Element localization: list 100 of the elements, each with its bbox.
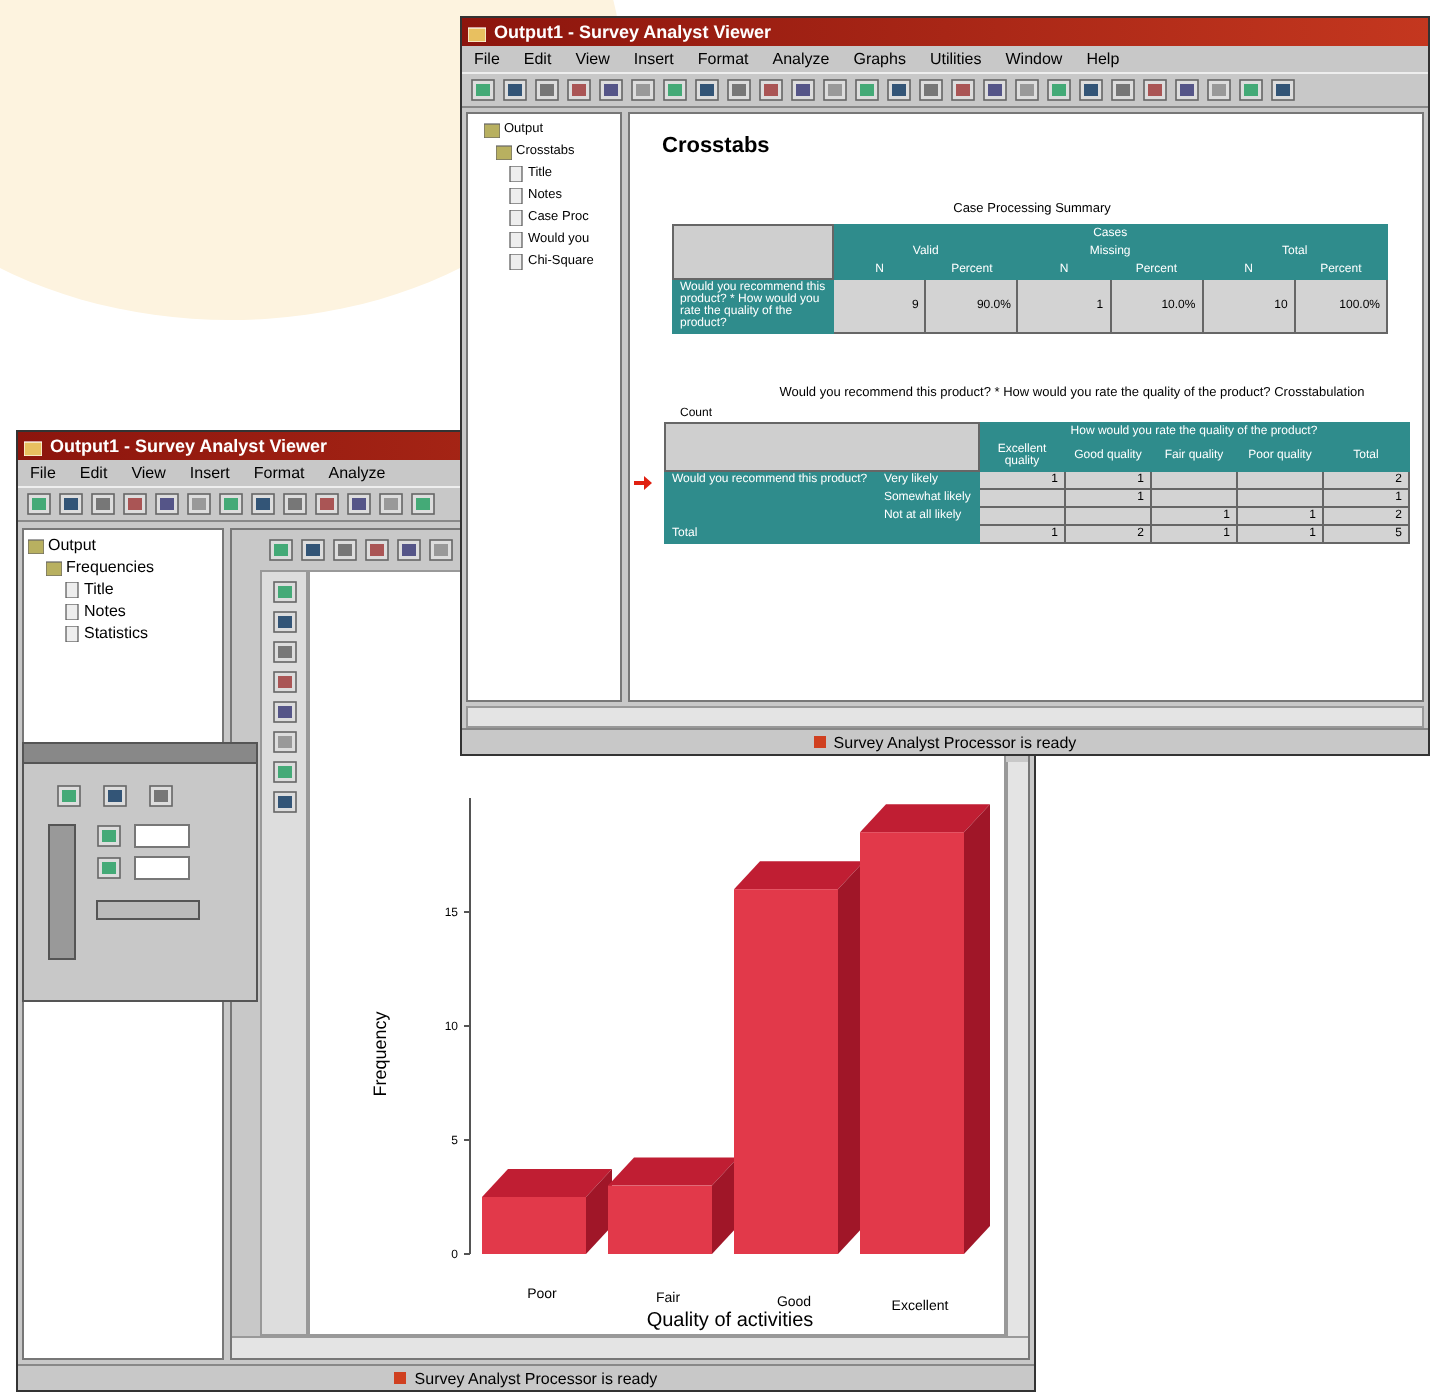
toolbar-icon[interactable] [1014,78,1040,102]
toolbar-icon[interactable] [96,856,122,880]
toolbar-icon[interactable] [186,492,212,516]
toolbar-icon[interactable] [1142,78,1168,102]
toolbar-icon[interactable] [271,610,297,634]
app-icon [468,23,486,41]
toolbar-icon[interactable] [154,492,180,516]
toolbar-icon[interactable] [598,78,624,102]
toolbar-icon[interactable] [726,78,752,102]
toolbar-icon[interactable] [950,78,976,102]
toolbar-icon[interactable] [410,492,436,516]
toolbar-icon[interactable] [282,492,308,516]
toolbar-icon[interactable] [1110,78,1136,102]
menu-item[interactable]: Edit [79,464,108,482]
toolbar-icon[interactable] [886,78,912,102]
toolbar-icon[interactable] [630,78,656,102]
toolbar-icon[interactable] [918,78,944,102]
toolbar-icon[interactable] [271,760,297,784]
toolbar-icon[interactable] [758,78,784,102]
menu-item[interactable]: File [474,50,500,68]
color-bar-drawing [96,900,200,920]
window-title: Output1 - Survey Analyst Viewer [50,436,328,456]
toolbar-icon[interactable] [378,492,404,516]
toolbar-icon[interactable] [694,78,720,102]
bar [482,1197,586,1254]
menu-item[interactable]: View [131,464,166,482]
scrollbar[interactable] [466,706,1424,728]
toolbar-icon[interactable] [122,492,148,516]
toolbar-icon[interactable] [271,730,297,754]
menu-item[interactable]: File [30,464,56,482]
toolbar-icon[interactable] [854,78,880,102]
outline-item[interactable]: Statistics [84,624,149,642]
outline-item[interactable]: Title [84,580,114,598]
toolbar-icon[interactable] [300,538,326,562]
toolbar-icon[interactable] [332,538,358,562]
outline-item[interactable]: Frequencies [66,558,155,576]
toolbar-icon[interactable] [271,670,297,694]
toolbar-icon[interactable] [26,492,52,516]
toolbar-icon[interactable] [396,538,422,562]
toolbar-icon[interactable] [58,492,84,516]
scrollbar[interactable] [1006,762,1028,1336]
input-field[interactable] [134,824,190,848]
toolbar-icon[interactable] [822,78,848,102]
toolbar-icon[interactable] [1206,78,1232,102]
status-text: Survey Analyst Processor is ready [833,733,1077,751]
toolbar-icon[interactable] [1078,78,1104,102]
bar [608,1185,712,1254]
toolbar-icon[interactable] [271,640,297,664]
toolbar-icon[interactable] [982,78,1008,102]
toolbar-icon[interactable] [566,78,592,102]
status-icon [813,736,826,748]
menu-item[interactable]: Window [1005,50,1063,68]
menu-item[interactable]: Format [253,464,305,482]
status-text: Survey Analyst Processor is ready [414,1369,658,1387]
toolbar-icon[interactable] [662,78,688,102]
window-title: Output1 - Survey Analyst Viewer [494,22,772,42]
axis-title: Frequency [370,1011,390,1097]
axis-title: Quality of activities [646,1310,814,1332]
toolbar-icon[interactable] [250,492,276,516]
toolbar-icon[interactable] [346,492,372,516]
toolbar-icon[interactable] [271,790,297,814]
input-field[interactable] [134,856,190,880]
toolbar-icon[interactable] [502,78,528,102]
toolbar-icon[interactable] [1238,78,1264,102]
app-icon [24,437,42,455]
toolbar-icon[interactable] [1174,78,1200,102]
scrollbar[interactable] [232,1336,1028,1358]
menu-item[interactable]: Edit [523,50,552,68]
toolbar-icon[interactable] [218,492,244,516]
toolbar-icon[interactable] [56,784,82,808]
menu-item[interactable]: Analyze [328,464,386,482]
menu-item[interactable]: Graphs [853,50,906,68]
toolbar-icon[interactable] [314,492,340,516]
toolbar-icon[interactable] [96,824,122,848]
menu-item[interactable]: Help [1086,50,1120,68]
outline-item[interactable]: Notes [84,602,126,620]
scale-drawing [48,824,76,960]
menu-item[interactable]: View [575,50,610,68]
toolbar-icon[interactable] [271,580,297,604]
menu-item[interactable]: Utilities [929,50,982,68]
outline-item[interactable]: Output [48,536,97,554]
toolbar-icon[interactable] [470,78,496,102]
toolbar-icon[interactable] [90,492,116,516]
toolbar-icon[interactable] [1270,78,1296,102]
toolbar-icon[interactable] [534,78,560,102]
toolbar-icon[interactable] [364,538,390,562]
toolbar-icon[interactable] [102,784,128,808]
section-heading: Crosstabs [662,134,772,158]
status-icon [394,1372,407,1384]
toolbar-icon[interactable] [790,78,816,102]
toolbar-icon[interactable] [1046,78,1072,102]
menu-item[interactable]: Insert [189,464,230,482]
menu-item[interactable]: Format [697,50,749,68]
arrow-icon [634,476,652,490]
menu-item[interactable]: Analyze [772,50,830,68]
toolbar-icon[interactable] [148,784,174,808]
menu-item[interactable]: Insert [633,50,674,68]
toolbar-icon[interactable] [428,538,454,562]
toolbar-icon[interactable] [268,538,294,562]
toolbar-icon[interactable] [271,700,297,724]
